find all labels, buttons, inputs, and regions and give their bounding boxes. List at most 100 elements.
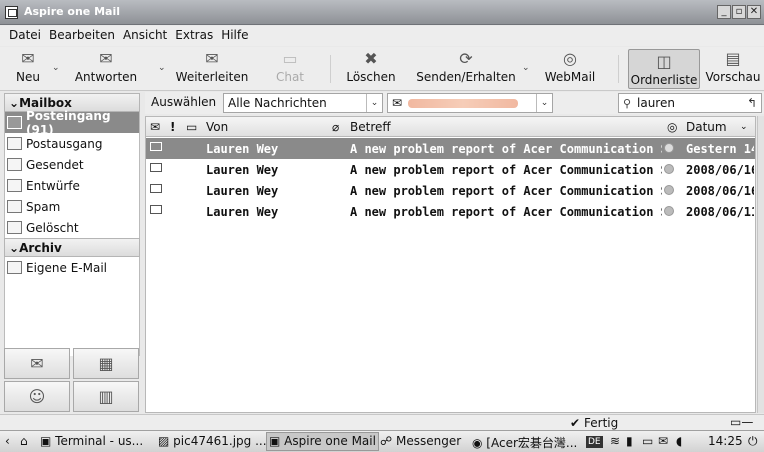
search-value: lauren bbox=[637, 96, 675, 110]
message-subject: A new problem report of Acer Communicati… bbox=[350, 205, 662, 219]
menu-extras[interactable]: Extras bbox=[171, 26, 217, 46]
taskbar-messenger[interactable]: ☍ Messenger bbox=[380, 434, 461, 448]
folder-eigene-email[interactable]: Eigene E-Mail bbox=[5, 257, 139, 278]
thread-icon bbox=[664, 164, 674, 174]
new-dropdown-arrow[interactable]: ⌄ bbox=[52, 63, 60, 73]
message-row[interactable]: Lauren Wey A new problem report of Acer … bbox=[146, 180, 755, 201]
reply-button[interactable]: ✉ Antworten bbox=[62, 47, 150, 91]
message-subject: A new problem report of Acer Communicati… bbox=[350, 184, 662, 198]
flag-column-icon[interactable]: ▭ bbox=[186, 120, 197, 134]
taskbar-image-label: pic47461.jpg ... bbox=[173, 434, 267, 448]
wifi-icon[interactable]: ≋ bbox=[610, 434, 620, 448]
envelope-column-icon[interactable]: ✉ bbox=[150, 120, 160, 134]
message-from: Lauren Wey bbox=[206, 142, 279, 156]
message-filter-select[interactable]: Alle Nachrichten ⌄ bbox=[223, 93, 383, 113]
image-icon: ▨ bbox=[158, 434, 174, 448]
mail-module-icon: ✉ bbox=[30, 354, 44, 373]
forward-button[interactable]: ✉ Weiterleiten bbox=[172, 47, 252, 91]
account-value-blurred bbox=[408, 99, 519, 108]
thread-column-icon[interactable]: ◎ bbox=[667, 120, 677, 134]
outbox-icon bbox=[7, 137, 22, 150]
reply-dropdown-arrow[interactable]: ⌄ bbox=[158, 63, 166, 73]
menu-ansicht[interactable]: Ansicht bbox=[119, 26, 171, 46]
sort-chevron-icon[interactable]: ⌄ bbox=[740, 122, 748, 132]
forward-label: Weiterleiten bbox=[175, 70, 249, 84]
status-ok-icon: ✔ bbox=[570, 416, 581, 430]
list-scrollbar[interactable] bbox=[757, 116, 764, 413]
calendar-module-button[interactable]: ▥ bbox=[73, 381, 139, 412]
archive-header[interactable]: ⌄Archiv bbox=[4, 238, 140, 257]
message-row[interactable]: Lauren Wey A new problem report of Acer … bbox=[146, 201, 755, 222]
attachment-column-icon[interactable]: ⌀ bbox=[332, 120, 339, 134]
mail-tray-icon[interactable]: ✉ bbox=[658, 434, 668, 448]
power-icon[interactable]: ▮ bbox=[626, 434, 633, 448]
folder-spam[interactable]: Spam bbox=[5, 196, 139, 217]
chat-button[interactable]: ▭ Chat bbox=[268, 47, 312, 91]
webmail-button[interactable]: ◎ WebMail bbox=[540, 47, 600, 91]
send-receive-icon: ⟳ bbox=[459, 48, 473, 68]
news-module-button[interactable]: ▦ bbox=[73, 348, 139, 379]
new-button[interactable]: ✉ Neu bbox=[8, 47, 48, 91]
folder-inbox[interactable]: Posteingang (91) bbox=[5, 109, 139, 137]
search-input[interactable]: ⚲ lauren ↰ bbox=[618, 93, 762, 113]
folder-label: Gelöscht bbox=[26, 220, 79, 235]
chat-tray-icon[interactable]: ▭ bbox=[642, 434, 653, 448]
volume-icon[interactable]: ◖ bbox=[676, 434, 682, 448]
folder-drafts[interactable]: Entwürfe bbox=[5, 175, 139, 196]
chat-label: Chat bbox=[275, 70, 305, 84]
reply-icon: ✉ bbox=[99, 48, 113, 68]
folder-list-button[interactable]: ◫ Ordnerliste bbox=[628, 49, 700, 89]
clear-search-icon[interactable]: ↰ bbox=[747, 96, 757, 110]
folder-label: Gesendet bbox=[26, 157, 84, 172]
mailbox-folder-list: Posteingang (91) Postausgang Gesendet En… bbox=[4, 109, 140, 238]
window-controls: _ ▫ ✕ bbox=[717, 5, 761, 19]
folder-sent[interactable]: Gesendet bbox=[5, 154, 139, 175]
taskbar-browser[interactable]: ◉ [Acer宏碁台灣... bbox=[472, 434, 577, 451]
offline-toggle-icon[interactable]: ▭— bbox=[730, 415, 753, 429]
shutdown-icon[interactable]: ⏻ bbox=[748, 434, 758, 449]
preview-button[interactable]: ▤ Vorschau bbox=[705, 47, 761, 91]
folder-label: Entwürfe bbox=[26, 178, 80, 193]
message-date: Gestern 14 bbox=[686, 142, 754, 156]
account-select[interactable]: ✉ ⌄ bbox=[387, 93, 553, 113]
status-text: Fertig bbox=[584, 416, 619, 430]
column-date[interactable]: Datum bbox=[686, 120, 727, 134]
message-date: 2008/06/16 bbox=[686, 163, 754, 177]
delete-button[interactable]: ✖ Löschen bbox=[344, 47, 398, 91]
webmail-icon: ◎ bbox=[563, 48, 577, 68]
folder-label: Posteingang (91) bbox=[26, 108, 111, 137]
spam-icon bbox=[7, 200, 22, 213]
taskbar-messenger-label: Messenger bbox=[395, 434, 462, 448]
chevron-down-icon: ⌄ bbox=[9, 241, 20, 255]
close-button[interactable]: ✕ bbox=[747, 5, 761, 19]
webmail-label: WebMail bbox=[544, 70, 596, 84]
taskbar-image-viewer[interactable]: ▨ pic47461.jpg ... bbox=[158, 434, 267, 448]
send-receive-dropdown-arrow[interactable]: ⌄ bbox=[522, 63, 530, 73]
message-row[interactable]: Lauren Wey A new problem report of Acer … bbox=[146, 138, 755, 159]
mail-module-button[interactable]: ✉ bbox=[4, 348, 70, 379]
minimize-button[interactable]: _ bbox=[717, 5, 731, 19]
column-from[interactable]: Von bbox=[206, 120, 228, 134]
toolbar: ✉ Neu ⌄ ✉ Antworten ⌄ ✉ Weiterleiten ▭ C… bbox=[0, 47, 764, 91]
keyboard-layout-indicator[interactable]: DE bbox=[586, 436, 603, 448]
send-receive-button[interactable]: ⟳ Senden/Erhalten bbox=[416, 47, 516, 91]
column-subject[interactable]: Betreff bbox=[350, 120, 391, 134]
message-subject: A new problem report of Acer Communicati… bbox=[350, 142, 662, 156]
preview-label: Vorschau bbox=[705, 70, 761, 84]
account-mail-icon: ✉ bbox=[392, 96, 403, 110]
contacts-module-button[interactable]: ☺ bbox=[4, 381, 70, 412]
home-icon[interactable]: ⌂ bbox=[20, 434, 28, 448]
folder-trash[interactable]: Gelöscht bbox=[5, 217, 139, 238]
menu-bearbeiten[interactable]: Bearbeiten bbox=[45, 26, 119, 46]
menu-hilfe[interactable]: Hilfe bbox=[217, 26, 252, 46]
taskbar-aspire-mail[interactable]: ▣ Aspire one Mail bbox=[266, 432, 379, 451]
taskbar-scroll-left[interactable]: ‹ bbox=[5, 434, 10, 448]
maximize-button[interactable]: ▫ bbox=[732, 5, 746, 19]
priority-column-icon[interactable]: ! bbox=[170, 120, 175, 134]
chat-icon: ▭ bbox=[282, 48, 298, 68]
forward-icon: ✉ bbox=[205, 48, 219, 68]
app-mail-icon bbox=[5, 6, 18, 19]
menu-datei[interactable]: Datei bbox=[5, 26, 45, 46]
message-row[interactable]: Lauren Wey A new problem report of Acer … bbox=[146, 159, 755, 180]
taskbar-terminal[interactable]: ▣ Terminal - us... bbox=[40, 434, 143, 448]
